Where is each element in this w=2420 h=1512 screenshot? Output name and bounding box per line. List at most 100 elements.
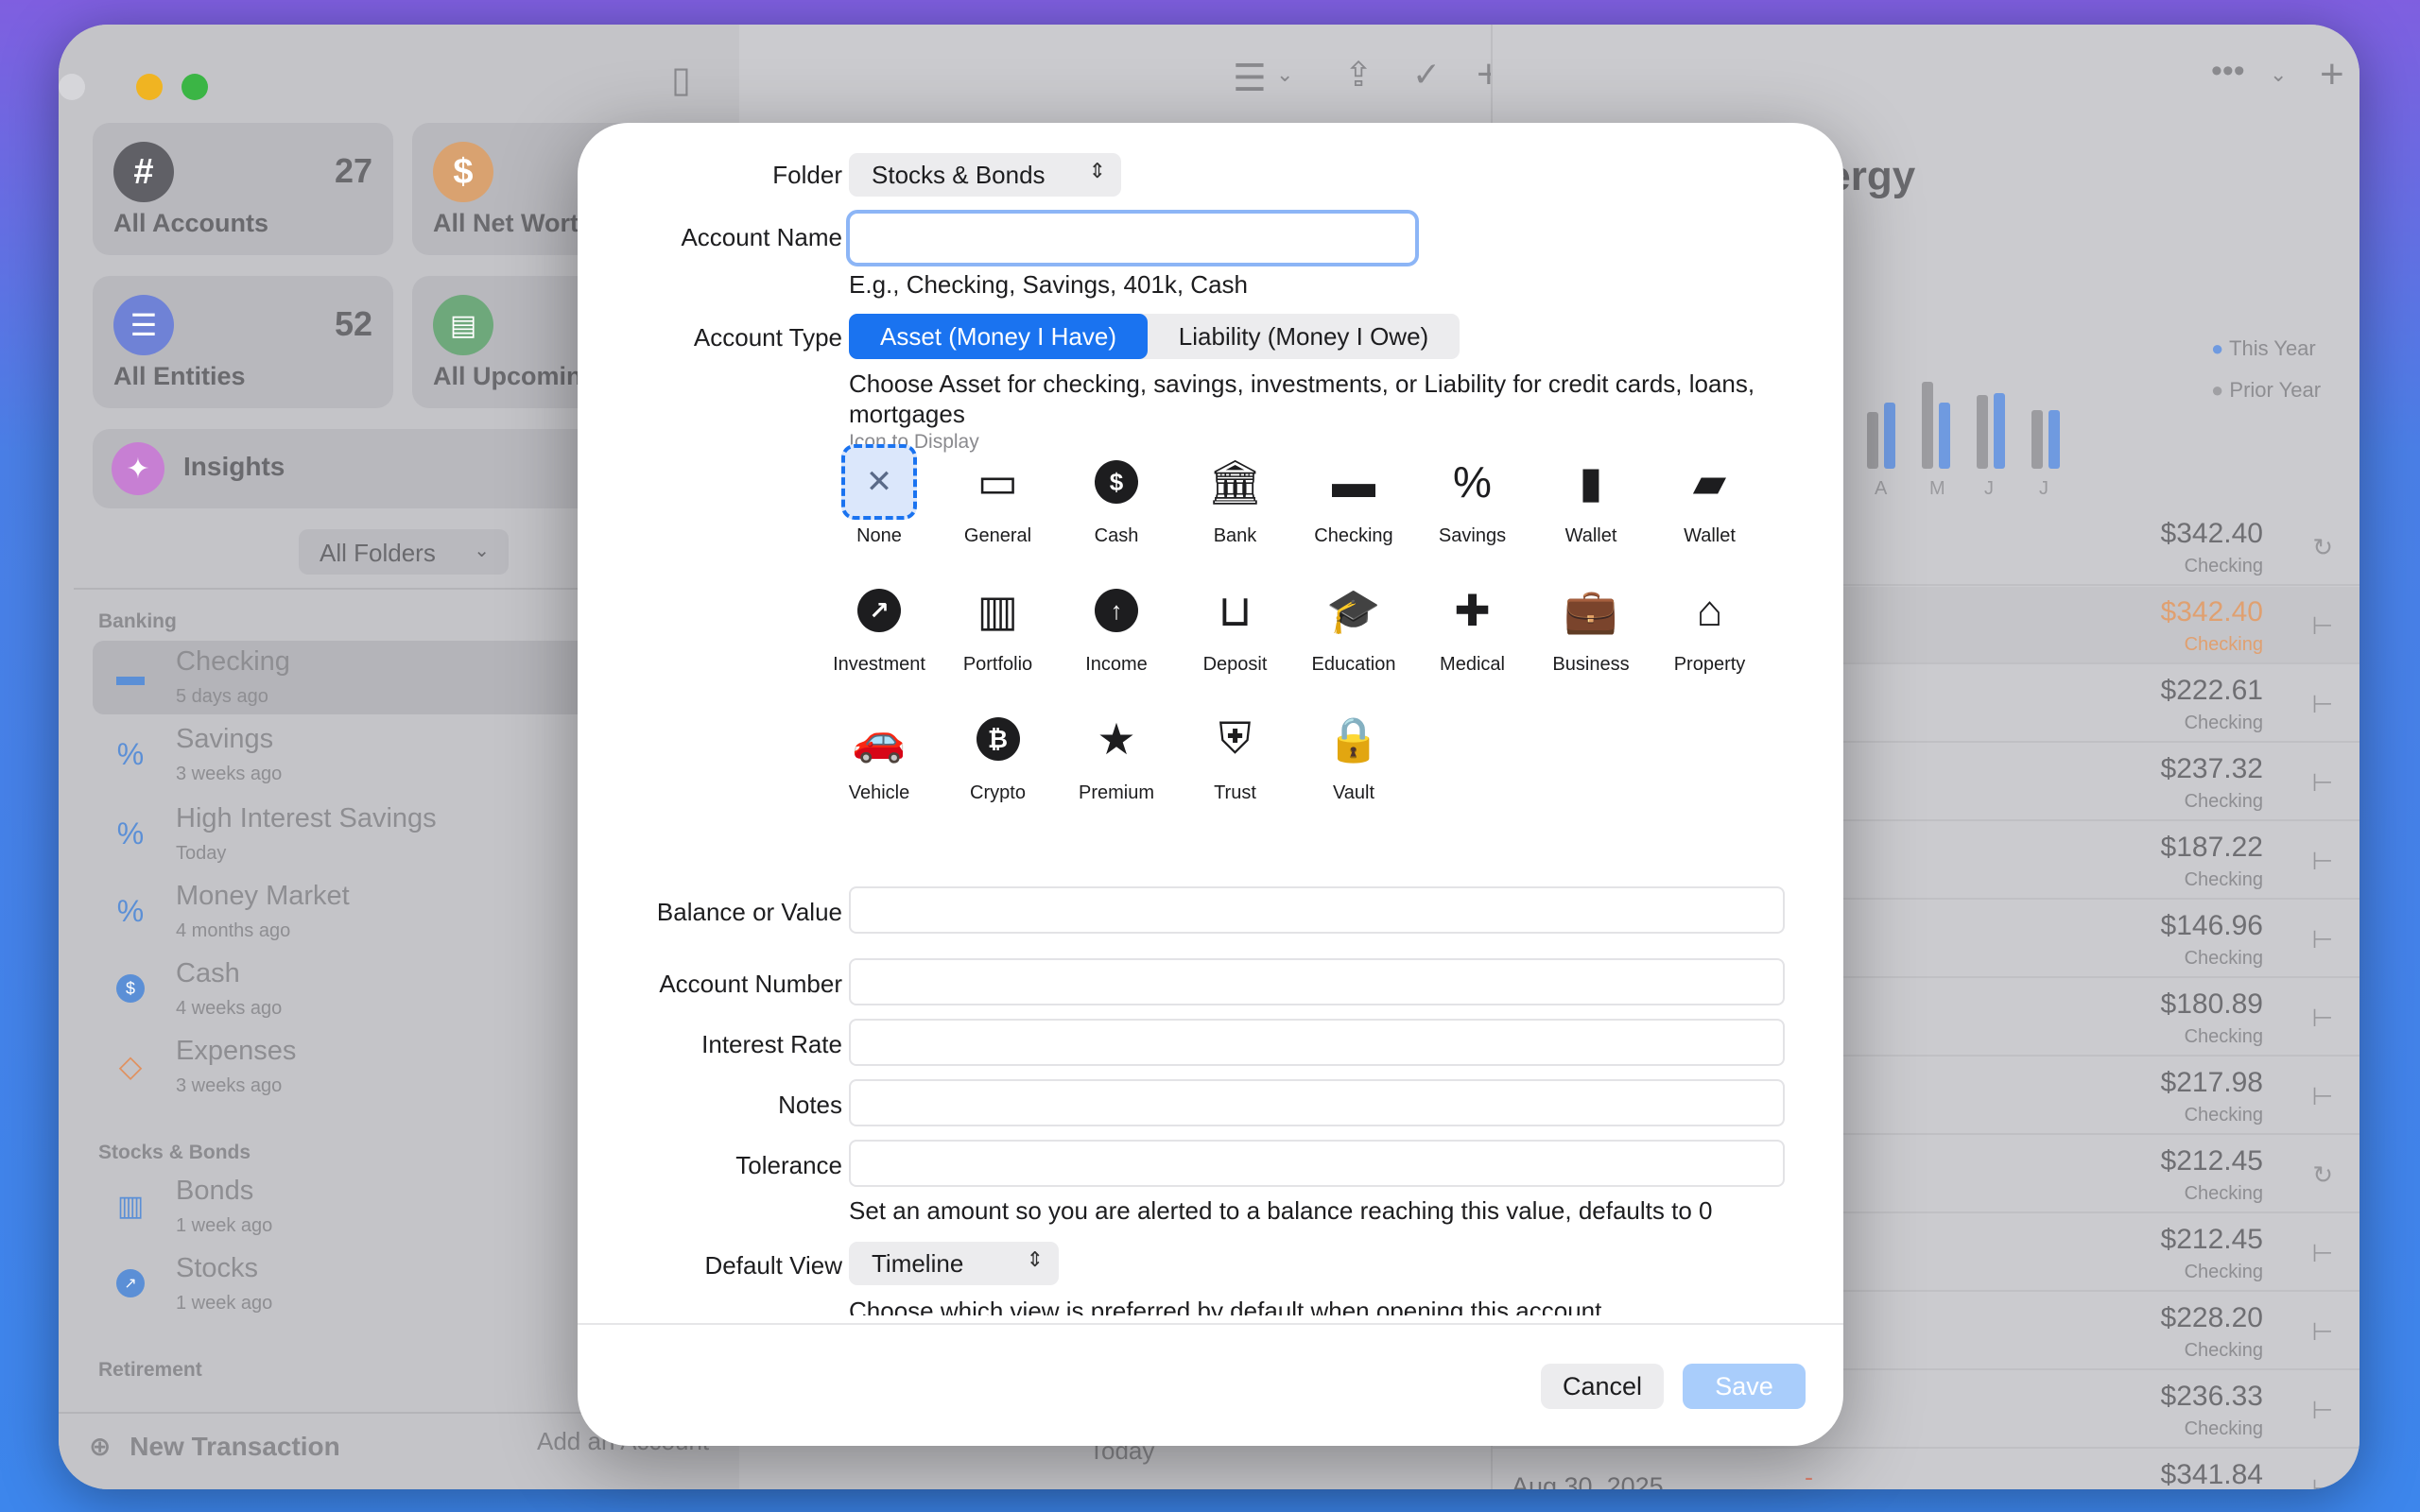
default-view-hint: Choose which view is preferred by defaul… <box>849 1300 1602 1315</box>
percent-icon: % <box>1453 457 1492 507</box>
item-subtitle: Today <box>176 843 227 864</box>
transaction-amount: $187.22 <box>2160 832 2263 863</box>
icon-option-label: Wallet <box>1684 525 1736 546</box>
default-view-hint-clip: Choose which view is preferred by defaul… <box>849 1300 1785 1315</box>
sidebar-item-checking[interactable]: ▬ Checking 5 days ago <box>93 641 660 714</box>
folder-popup[interactable]: Stocks & Bonds ⇕ <box>849 153 1121 197</box>
sidebar-item-expenses[interactable]: ◇ Expenses 3 weeks ago <box>93 1030 660 1104</box>
transaction-account: Checking <box>2184 1418 2263 1439</box>
item-title: Bonds <box>176 1176 254 1206</box>
wallet-icon: ▰ <box>1692 457 1727 507</box>
card-all-entities[interactable]: ☰ 52 All Entities <box>93 276 393 408</box>
interest-rate-input[interactable] <box>849 1019 1785 1066</box>
transaction-account: Checking <box>2184 1105 2263 1125</box>
medical-bag-icon: ✚ <box>1454 586 1491 635</box>
balance-input[interactable] <box>849 886 1785 934</box>
sidebar-item-high-interest-savings[interactable]: % High Interest Savings Today <box>93 798 660 871</box>
chart-bar <box>1994 393 2005 469</box>
new-account-sheet: Folder Stocks & Bonds ⇕ Account Name E.g… <box>578 123 1843 1446</box>
item-subtitle: 3 weeks ago <box>176 764 283 784</box>
wallet-pass-icon: ▮ <box>1579 457 1603 507</box>
account-type-label: Account Type <box>693 323 842 352</box>
item-subtitle: 4 weeks ago <box>176 998 283 1019</box>
icon-option-vault[interactable]: 🔒 Vault <box>1295 694 1412 807</box>
sidebar-toggle-icon[interactable]: ▯ <box>671 59 691 101</box>
sidebar-item-cash[interactable]: $ Cash 4 weeks ago <box>93 953 660 1026</box>
lock-shield-icon: 🔒 <box>1326 713 1381 764</box>
reconciled-icon: ⊢ <box>2311 847 2333 875</box>
card-label: All Upcoming <box>433 362 597 390</box>
folder-filter-popup[interactable]: All Folders ⌄ <box>299 529 509 575</box>
card-count: 52 <box>334 304 372 343</box>
updown-chevron-icon: ⇕ <box>1026 1247 1044 1271</box>
transaction-account: Checking <box>2184 1340 2263 1361</box>
dollar-circle-icon: $ <box>1079 444 1154 520</box>
chart-bar <box>1884 403 1895 469</box>
account-name-text[interactable] <box>854 217 1411 259</box>
card-label: All Entities <box>113 362 246 390</box>
card-label: All Accounts <box>113 209 269 237</box>
share-icon[interactable]: ⇪ <box>1344 55 1373 94</box>
bitcoin-icon: ₿ <box>960 701 1036 777</box>
default-view-label: Default View <box>704 1251 843 1280</box>
segment-liability[interactable]: Liability (Money I Owe) <box>1148 314 1460 359</box>
chart-bar <box>2048 410 2060 469</box>
segment-asset[interactable]: Asset (Money I Have) <box>849 314 1148 359</box>
chevron-down-icon[interactable]: ⌄ <box>1276 62 1293 87</box>
new-transaction-button[interactable]: ⊕ New Transaction <box>89 1431 340 1462</box>
reconciled-icon: ⊢ <box>2311 611 2333 640</box>
checkmark-circle-icon[interactable]: ✓ <box>1412 55 1441 94</box>
shield-people-icon: ⛨ <box>1219 713 1252 763</box>
tolerance-input[interactable] <box>849 1140 1785 1187</box>
dollar-icon: $ <box>433 142 493 202</box>
chart-bar <box>1867 412 1878 469</box>
sidebar-item-stocks[interactable]: ↗ Stocks 1 week ago <box>93 1247 660 1321</box>
chevron-down-icon[interactable]: ⌄ <box>2270 62 2287 87</box>
sidebar-item-money-market[interactable]: % Money Market 4 months ago <box>93 875 660 949</box>
icon-option-wallet[interactable]: ▰ Wallet <box>1651 437 1769 550</box>
account-name-input[interactable] <box>846 210 1419 266</box>
transaction-account: Checking <box>2184 556 2263 576</box>
item-subtitle: 3 weeks ago <box>176 1075 283 1096</box>
investment-icon: ↗ <box>113 1266 147 1300</box>
cancel-button[interactable]: Cancel <box>1541 1364 1664 1409</box>
percent-icon: % <box>116 893 145 928</box>
transaction-amount: $212.45 <box>2160 1145 2263 1177</box>
card-all-accounts[interactable]: # 27 All Accounts <box>93 123 393 255</box>
transaction-account: Checking <box>2184 791 2263 812</box>
folder-label: Folder <box>772 161 842 189</box>
window-close-button[interactable] <box>59 74 85 100</box>
graduation-cap-icon: 🎓 <box>1326 585 1381 635</box>
transaction-amount: $228.20 <box>2160 1302 2263 1333</box>
car-icon: 🚗 <box>852 713 907 764</box>
transaction-row[interactable]: Aug 30, 2025 - $341.84 ⊢ <box>1493 1450 2360 1489</box>
save-button[interactable]: Save <box>1683 1364 1806 1409</box>
sidebar-item-bonds[interactable]: ▥ Bonds 1 week ago <box>93 1170 660 1244</box>
transaction-amount: $212.45 <box>2160 1224 2263 1255</box>
window-minimize-button[interactable] <box>136 74 163 100</box>
folder-value: Stocks & Bonds <box>872 161 1046 189</box>
add-icon[interactable]: + <box>2320 51 2344 98</box>
more-options-icon[interactable]: ••• <box>2211 53 2245 90</box>
reconciled-icon: ⊢ <box>2311 1004 2333 1032</box>
transaction-account: Checking <box>2184 713 2263 733</box>
reconciled-icon: ⊢ <box>2311 1239 2333 1267</box>
folder-filter-label: All Folders <box>320 539 436 567</box>
bar-chart-icon: ▥ <box>977 586 1019 635</box>
notes-input[interactable] <box>849 1079 1785 1126</box>
account-number-input[interactable] <box>849 958 1785 1005</box>
window-zoom-button[interactable] <box>182 74 208 100</box>
transaction-amount: $341.84 <box>2160 1459 2263 1489</box>
tag-icon: ◇ <box>118 1049 143 1083</box>
new-transaction-label: New Transaction <box>130 1432 340 1461</box>
list-view-icon[interactable]: ☰ <box>1233 57 1267 100</box>
hash-icon: # <box>113 142 174 202</box>
icon-option-property[interactable]: ⌂ Property <box>1651 565 1769 679</box>
item-title: Checking <box>176 646 290 677</box>
month-tick: M <box>1929 478 1945 499</box>
none-icon: ✕ <box>841 444 917 520</box>
sidebar-item-savings[interactable]: % Savings 3 weeks ago <box>93 718 660 792</box>
transaction-account: Checking <box>2184 1026 2263 1047</box>
default-view-popup[interactable]: Timeline ⇕ <box>849 1242 1059 1285</box>
chart-circle-icon: ↗ <box>841 573 917 648</box>
